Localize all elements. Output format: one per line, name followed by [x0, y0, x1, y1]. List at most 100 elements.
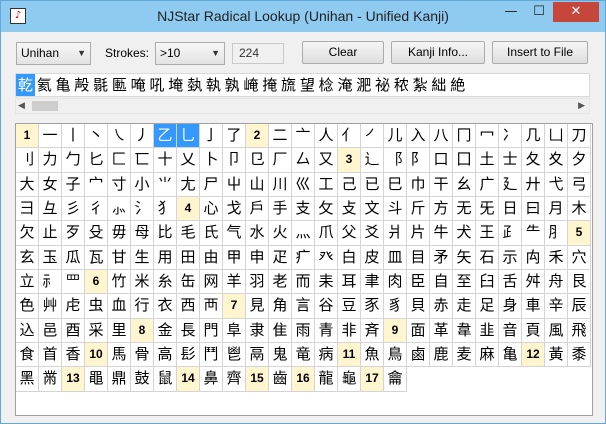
radical-cell[interactable]: 竹 — [108, 270, 131, 295]
radical-cell[interactable]: ⺼ — [545, 221, 568, 246]
result-character[interactable]: 秾 — [392, 74, 411, 96]
radical-cell[interactable]: 馬 — [108, 343, 131, 368]
result-character[interactable]: 掩 — [260, 74, 279, 96]
radical-cell[interactable]: 瓦 — [85, 245, 108, 271]
radical-cell[interactable]: 卩 — [223, 148, 246, 173]
radical-cell[interactable]: 木 — [568, 197, 591, 222]
radical-cell[interactable]: 臣 — [407, 270, 430, 295]
radical-cell[interactable]: 虫 — [85, 294, 108, 319]
radical-cell[interactable]: 寸 — [108, 172, 131, 198]
radical-cell[interactable]: 甘 — [108, 245, 131, 271]
radical-cell[interactable]: 爻 — [361, 221, 384, 246]
radical-cell[interactable]: 赤 — [430, 294, 453, 319]
radical-cell[interactable]: 玉 — [39, 245, 62, 271]
radical-cell[interactable]: 癶 — [315, 245, 338, 271]
radical-cell[interactable]: 鼓 — [131, 367, 154, 392]
radical-cell[interactable]: 病 — [315, 343, 338, 368]
radical-cell[interactable]: 行 — [131, 294, 154, 319]
radical-cell[interactable]: 人 — [315, 124, 338, 149]
radical-cell[interactable]: 竜 — [292, 343, 315, 368]
clear-button[interactable]: Clear — [302, 41, 384, 64]
radical-cell[interactable]: 音 — [499, 318, 522, 344]
radical-cell[interactable]: 豆 — [338, 294, 361, 319]
radical-cell[interactable]: 鬯 — [223, 343, 246, 368]
radical-cell[interactable]: 自 — [430, 270, 453, 295]
radical-cell[interactable]: 方 — [430, 197, 453, 222]
result-character[interactable]: 崦 — [242, 74, 261, 96]
result-character[interactable]: 棯 — [317, 74, 336, 96]
radical-cell[interactable]: 攴 — [338, 197, 361, 222]
radical-cell[interactable]: 目 — [407, 245, 430, 271]
radical-cell[interactable]: 辰 — [568, 294, 591, 319]
radical-cell[interactable]: 耳 — [338, 270, 361, 295]
result-character[interactable]: 紮 — [411, 74, 430, 96]
radical-cell[interactable]: 門 — [200, 318, 223, 344]
radical-cell[interactable]: 山 — [246, 172, 269, 198]
radical-cell[interactable]: 豸 — [384, 294, 407, 319]
radical-cell[interactable]: 矛 — [430, 245, 453, 271]
radical-cell[interactable]: 黑 — [16, 367, 39, 392]
radical-cell[interactable]: 風 — [545, 318, 568, 344]
radical-cell[interactable]: 己 — [338, 172, 361, 198]
radical-cell[interactable]: 囗 — [453, 148, 476, 173]
radical-cell[interactable]: 皮 — [361, 245, 384, 271]
radical-cell[interactable]: 广 — [476, 172, 499, 198]
radical-cell[interactable]: 火 — [269, 221, 292, 246]
radical-cell[interactable]: 貝 — [407, 294, 430, 319]
radical-cell[interactable]: 月 — [545, 197, 568, 222]
radical-cell[interactable]: 片 — [407, 221, 430, 246]
radical-cell[interactable]: 見 — [246, 294, 269, 319]
radical-cell[interactable]: 刂 — [16, 148, 39, 173]
radical-cell[interactable]: 疋 — [269, 245, 292, 271]
result-character[interactable]: 孰 — [223, 74, 242, 96]
radical-cell[interactable]: 由 — [200, 245, 223, 271]
insert-to-file-button[interactable]: Insert to File — [492, 41, 588, 64]
selected-radical-characters[interactable]: 乾氦亀殸毾匭唵吼埯埶執孰崦掩旒望棯淹淝祕秾紮絀絶 — [15, 73, 590, 97]
radical-cell[interactable]: ㇒ — [361, 124, 384, 149]
radical-cell[interactable]: 瓜 — [62, 245, 85, 271]
radical-cell[interactable]: 弋 — [545, 172, 568, 198]
radical-cell[interactable]: 聿 — [361, 270, 384, 295]
radical-cell[interactable]: 骨 — [131, 343, 154, 368]
radical-cell[interactable]: 色 — [16, 294, 39, 319]
radical-cell[interactable]: 黹 — [39, 367, 62, 392]
result-character[interactable]: 望 — [298, 74, 317, 96]
radical-cell[interactable]: 爪 — [315, 221, 338, 246]
radical-cell[interactable]: 父 — [338, 221, 361, 246]
result-character[interactable]: 毾 — [91, 74, 110, 96]
scroll-right-icon[interactable]: ▶ — [578, 99, 585, 113]
radical-cell[interactable]: 亅 — [200, 124, 223, 149]
result-character[interactable]: 淝 — [354, 74, 373, 96]
radical-cell[interactable]: 比 — [154, 221, 177, 246]
radical-cell[interactable]: 西 — [177, 294, 200, 319]
radical-cell[interactable]: 青 — [315, 318, 338, 344]
radical-cell[interactable]: 糸 — [154, 270, 177, 295]
radical-cell[interactable]: 血 — [108, 294, 131, 319]
radical-cell[interactable]: 魚 — [361, 343, 384, 368]
result-character[interactable]: 祕 — [373, 74, 392, 96]
radical-cell[interactable]: ⻌ — [361, 148, 384, 173]
radical-cell[interactable]: 示 — [499, 245, 522, 271]
radical-cell[interactable]: 至 — [453, 270, 476, 295]
radical-cell[interactable]: 亻 — [338, 124, 361, 149]
radical-cell[interactable]: 韋 — [453, 318, 476, 344]
radical-cell[interactable]: 老 — [269, 270, 292, 295]
radical-cell[interactable]: 廾 — [522, 172, 545, 198]
radical-cell[interactable]: 毋 — [108, 221, 131, 246]
result-character[interactable]: 亀 — [54, 74, 73, 96]
radical-cell[interactable]: 巛 — [292, 172, 315, 198]
radical-cell[interactable]: 里 — [108, 318, 131, 344]
radical-cell[interactable]: 斉 — [361, 318, 384, 344]
radical-cell[interactable]: 夕 — [568, 148, 591, 173]
radical-cell[interactable]: 夊 — [545, 148, 568, 173]
radical-cell[interactable]: 石 — [476, 245, 499, 271]
radical-cell[interactable]: 斗 — [384, 197, 407, 222]
radical-cell[interactable]: 儿 — [384, 124, 407, 149]
radical-cell[interactable]: 日 — [499, 197, 522, 222]
scroll-left-icon[interactable]: ◀ — [18, 99, 25, 113]
radical-cell[interactable]: 舛 — [522, 270, 545, 295]
radical-cell[interactable]: 飛 — [568, 318, 591, 344]
radical-cell[interactable]: 鹿 — [430, 343, 453, 368]
radical-cell[interactable]: ⺌ — [154, 172, 177, 198]
minimize-button[interactable]: — — [497, 2, 525, 22]
